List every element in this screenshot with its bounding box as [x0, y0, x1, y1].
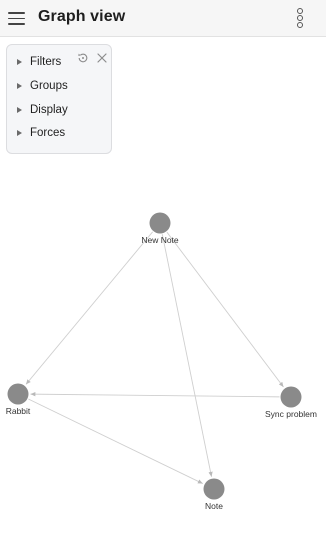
graph-controls-panel: Filters Groups Display Forces	[6, 44, 112, 154]
close-icon[interactable]	[95, 51, 109, 65]
graph-node-circle[interactable]	[280, 386, 302, 408]
expand-triangle-icon	[17, 59, 22, 65]
graph-node-label: Note	[205, 501, 223, 511]
expand-triangle-icon	[17, 130, 22, 136]
page-title: Graph view	[38, 8, 126, 25]
panel-item-filters[interactable]: Filters	[17, 53, 61, 71]
graph-node-note[interactable]: Note	[203, 478, 225, 512]
graph-edge-sync-problem-to-rabbit	[30, 392, 280, 398]
panel-item-label: Display	[30, 104, 68, 116]
expand-triangle-icon	[17, 83, 22, 89]
restore-default-icon[interactable]	[76, 51, 90, 65]
graph-node-circle[interactable]	[7, 383, 29, 405]
graph-node-label: New Note	[141, 235, 179, 245]
graph-edge-new-note-to-sync-problem	[166, 231, 284, 388]
graph-edge-new-note-to-note	[161, 234, 213, 477]
expand-triangle-icon	[17, 107, 22, 113]
panel-item-label: Forces	[30, 127, 66, 139]
panel-item-display[interactable]: Display	[17, 101, 68, 119]
graph-node-label: Rabbit	[6, 406, 31, 416]
top-bar: Graph view	[0, 0, 326, 37]
graph-node-circle[interactable]	[149, 212, 171, 234]
graph-node-sync-problem[interactable]: Sync problem	[265, 386, 317, 420]
graph-node-new-note[interactable]: New Note	[141, 212, 179, 246]
graph-view-screen: New Note Rabbit Sync problem Note Graph vie…	[0, 0, 326, 540]
hamburger-menu-icon[interactable]	[6, 8, 28, 28]
graph-edge-new-note-to-rabbit	[25, 231, 153, 385]
more-options-icon[interactable]	[292, 8, 308, 28]
panel-item-forces[interactable]: Forces	[17, 124, 65, 142]
graph-node-circle[interactable]	[203, 478, 225, 500]
panel-item-label: Groups	[30, 80, 68, 92]
graph-node-label: Sync problem	[265, 409, 317, 419]
graph-nodes: New Note Rabbit Sync problem Note	[6, 212, 317, 512]
graph-edges	[25, 231, 284, 484]
panel-item-groups[interactable]: Groups	[17, 77, 68, 95]
panel-item-label: Filters	[30, 56, 62, 68]
graph-edge-rabbit-to-note	[28, 398, 203, 484]
graph-node-rabbit[interactable]: Rabbit	[6, 383, 31, 417]
